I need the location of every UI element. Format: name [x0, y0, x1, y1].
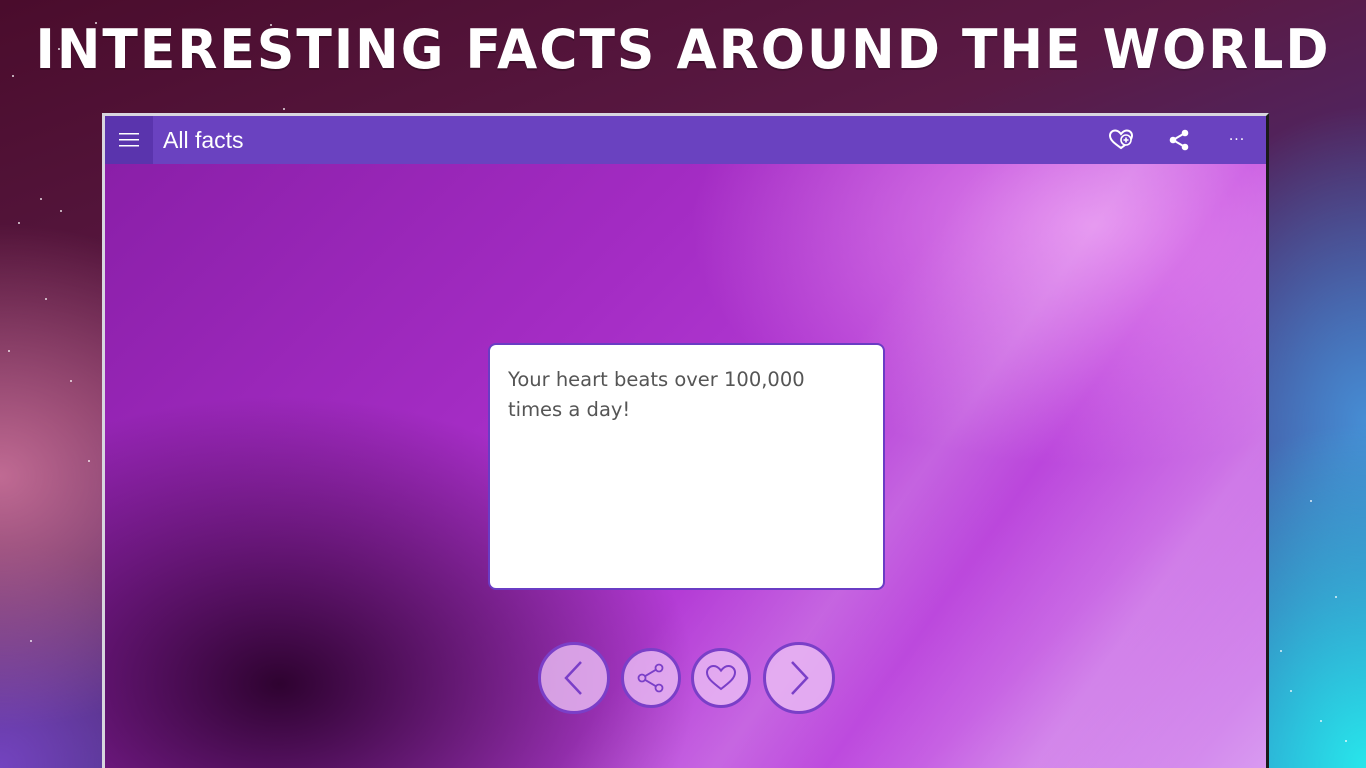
hamburger-menu-button[interactable]: [105, 116, 153, 164]
fact-text: Your heart beats over 100,000 times a da…: [508, 368, 805, 421]
previous-fact-button[interactable]: [538, 642, 610, 714]
fact-card: Your heart beats over 100,000 times a da…: [488, 343, 885, 590]
chevron-left-icon: [564, 661, 582, 695]
app-window: All facts ··· Your heart beats over 100,…: [102, 113, 1269, 768]
titlebar-share-button[interactable]: [1150, 116, 1208, 164]
fact-view: Your heart beats over 100,000 times a da…: [105, 164, 1266, 768]
favorites-button[interactable]: [1092, 116, 1150, 164]
more-options-button[interactable]: ···: [1208, 116, 1266, 164]
hamburger-menu-icon: [119, 133, 139, 147]
heart-icon: [705, 664, 737, 691]
share-icon: [637, 663, 664, 693]
more-options-icon: ···: [1228, 132, 1246, 148]
share-fact-button[interactable]: [621, 648, 681, 708]
favorite-fact-button[interactable]: [691, 648, 751, 708]
next-fact-button[interactable]: [763, 642, 835, 714]
app-titlebar: All facts ···: [105, 116, 1266, 164]
app-title: All facts: [163, 126, 244, 153]
page-headline: Interesting facts around the world: [35, 18, 1331, 82]
chevron-right-icon: [791, 661, 809, 695]
heart-plus-icon: [1109, 129, 1133, 150]
fact-navigation: [105, 640, 1266, 720]
share-icon: [1169, 129, 1189, 151]
